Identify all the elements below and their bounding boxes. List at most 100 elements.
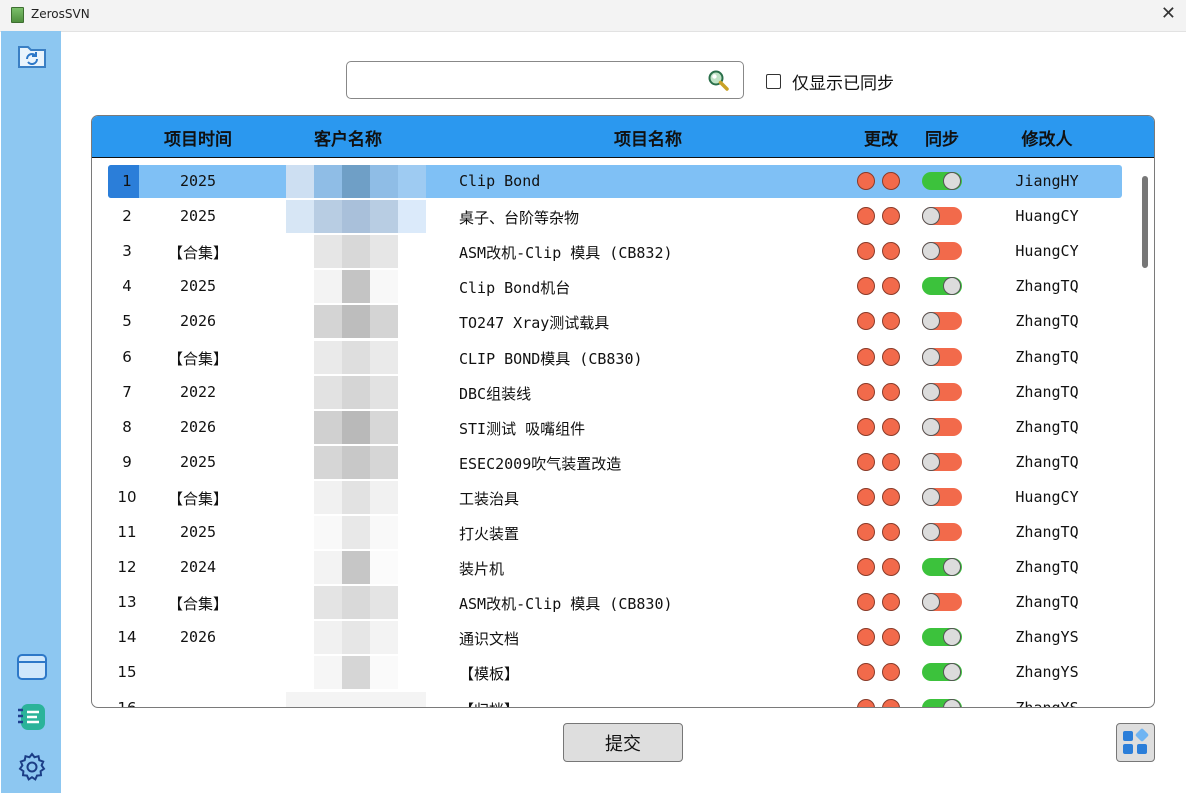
client-name-redacted <box>286 235 426 269</box>
vertical-scrollbar[interactable] <box>1142 176 1148 268</box>
change-indicator-icon <box>882 523 900 541</box>
client-name-redacted <box>286 200 426 234</box>
table-row[interactable]: 11 2025 打火装置 ZhangTQ <box>108 516 1122 549</box>
search-box <box>346 61 744 99</box>
sync-toggle[interactable] <box>922 172 962 190</box>
change-indicator-icon <box>882 417 900 436</box>
toggle-knob <box>922 207 940 226</box>
table-row[interactable]: 15 【模板】 ZhangYS <box>108 656 1122 690</box>
table-row[interactable]: 4 2025 Clip Bond机台 ZhangTQ <box>108 270 1122 304</box>
project-name: ASM改机-Clip 模具 (CB832) <box>459 244 673 263</box>
sync-toggle[interactable] <box>922 593 962 612</box>
change-indicator-icon <box>857 487 875 506</box>
table-row[interactable]: 9 2025 ESEC2009吹气装置改造 ZhangTQ <box>108 445 1122 479</box>
project-name: DBC组装线 <box>459 384 532 403</box>
toggle-knob <box>943 663 961 682</box>
project-time: 2022 <box>179 382 217 401</box>
log-list-icon[interactable] <box>16 701 48 733</box>
search-input[interactable] <box>355 68 699 94</box>
project-time: 2025 <box>179 277 217 296</box>
row-number: 8 <box>122 417 132 436</box>
sync-toggle[interactable] <box>922 242 962 261</box>
sync-toggle[interactable] <box>922 663 962 682</box>
change-indicator-icon <box>857 663 875 682</box>
project-time: 【合集】 <box>167 349 229 368</box>
gear-icon[interactable] <box>16 751 48 783</box>
modified-by: ZhangTQ <box>1015 277 1079 296</box>
sync-toggle[interactable] <box>922 207 962 226</box>
table-row[interactable]: 5 2026 TO247 Xray测试载具 ZhangTQ <box>108 305 1122 339</box>
project-name: 打火装置 <box>459 525 520 543</box>
toggle-knob <box>922 242 940 261</box>
toggle-knob <box>943 628 961 647</box>
sync-toggle[interactable] <box>922 523 962 541</box>
header-time[interactable]: 项目时间 <box>164 125 232 150</box>
toggle-knob <box>922 382 940 401</box>
table-row[interactable]: 16 【归档】 ZhangYS <box>108 691 1122 708</box>
project-time: 2025 <box>179 523 217 541</box>
row-number: 9 <box>122 452 132 471</box>
modified-by: HuangCY <box>1015 207 1079 226</box>
client-name-redacted <box>286 691 426 707</box>
synced-only-filter[interactable]: 仅显示已同步 <box>766 70 894 94</box>
sync-toggle[interactable] <box>922 312 962 331</box>
search-icon[interactable] <box>707 69 729 91</box>
sync-toggle[interactable] <box>922 487 962 506</box>
toggle-knob <box>943 277 961 296</box>
sync-toggle[interactable] <box>922 347 962 366</box>
header-modified-by[interactable]: 修改人 <box>1022 125 1073 150</box>
table-row[interactable]: 7 2022 DBC组装线 ZhangTQ <box>108 375 1122 409</box>
table-row[interactable]: 14 2026 通识文档 ZhangYS <box>108 621 1122 655</box>
submit-button[interactable]: 提交 <box>563 723 683 762</box>
change-indicator-icon <box>857 277 875 296</box>
synced-only-checkbox[interactable] <box>766 73 781 89</box>
project-time: 2024 <box>179 558 217 577</box>
table-body: 1 2025 Clip Bond JiangHY 2 2025 桌子、台阶等杂物 HuangC… <box>92 159 1154 707</box>
toggle-knob <box>922 593 940 612</box>
table-row[interactable]: 1 2025 Clip Bond JiangHY <box>108 165 1122 198</box>
sync-toggle[interactable] <box>922 628 962 647</box>
sync-toggle[interactable] <box>922 452 962 471</box>
table-row[interactable]: 3 【合集】 ASM改机-Clip 模具 (CB832) HuangCY <box>108 235 1122 269</box>
project-name: 桌子、台阶等杂物 <box>459 209 580 228</box>
table-row[interactable]: 2 2025 桌子、台阶等杂物 HuangCY <box>108 200 1122 234</box>
close-button[interactable]: ✕ <box>1161 3 1176 24</box>
header-sync[interactable]: 同步 <box>925 125 959 150</box>
change-indicator-icon <box>882 558 900 577</box>
synced-only-label: 仅显示已同步 <box>792 73 894 94</box>
table-row[interactable]: 10 【合集】 工装治具 HuangCY <box>108 480 1122 514</box>
change-indicator-icon <box>882 628 900 647</box>
modified-by: HuangCY <box>1015 242 1079 261</box>
table-row[interactable]: 8 2026 STI测试 吸嘴组件 ZhangTQ <box>108 410 1122 444</box>
table-row[interactable]: 13 【合集】 ASM改机-Clip 模具 (CB830) ZhangTQ <box>108 586 1122 620</box>
table-row[interactable]: 12 2024 装片机 ZhangTQ <box>108 551 1122 585</box>
project-name: ASM改机-Clip 模具 (CB830) <box>459 595 673 614</box>
modified-by: ZhangYS <box>1015 628 1079 647</box>
change-indicator-icon <box>857 312 875 331</box>
sidebar <box>1 31 61 793</box>
window-icon[interactable] <box>16 651 48 683</box>
project-time: 2025 <box>179 172 217 190</box>
project-name: 【模板】 <box>459 665 520 684</box>
header-project-name[interactable]: 项目名称 <box>614 125 682 150</box>
header-changes[interactable]: 更改 <box>864 125 898 150</box>
header-client[interactable]: 客户名称 <box>314 125 382 150</box>
change-indicator-icon <box>857 347 875 366</box>
grid-view-button[interactable] <box>1116 723 1155 762</box>
row-number: 3 <box>122 242 132 261</box>
window-title: ZerosSVN <box>31 7 90 21</box>
title-bar: ZerosSVN ✕ <box>0 0 1186 32</box>
folder-sync-icon[interactable] <box>16 40 48 72</box>
change-indicator-icon <box>857 207 875 226</box>
sync-toggle[interactable] <box>922 277 962 296</box>
sync-toggle[interactable] <box>922 558 962 577</box>
change-indicator-icon <box>882 382 900 401</box>
sync-toggle[interactable] <box>922 382 962 401</box>
table-row[interactable]: 6 【合集】 CLIP BOND模具 (CB830) ZhangTQ <box>108 340 1122 374</box>
project-name: STI测试 吸嘴组件 <box>459 419 586 438</box>
project-name: 【归档】 <box>459 699 519 708</box>
sync-toggle[interactable] <box>922 698 962 707</box>
client-name-redacted <box>286 445 426 479</box>
sync-toggle[interactable] <box>922 417 962 436</box>
row-number: 4 <box>122 277 132 296</box>
